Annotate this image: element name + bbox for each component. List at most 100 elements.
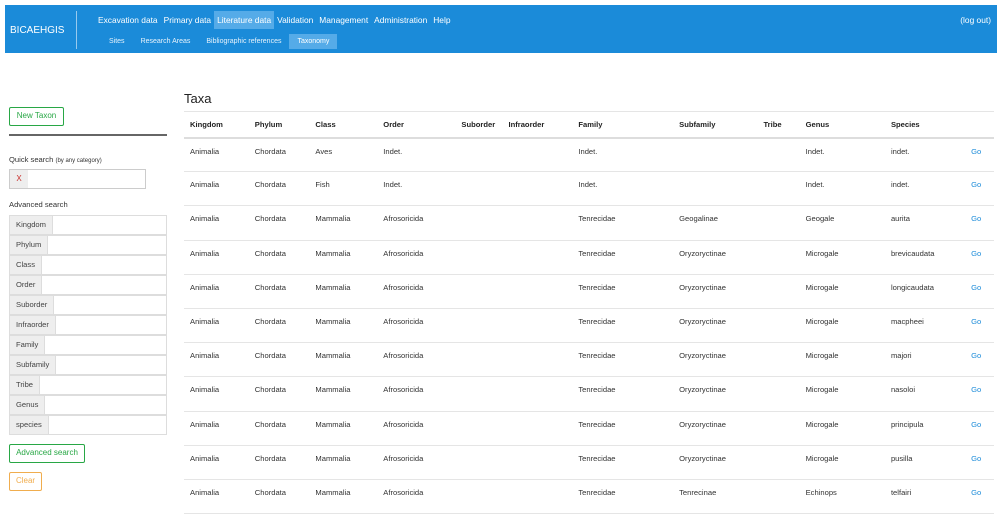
table-row: Animalia Chordata Mammalia Afrosoricida Tenr… (184, 342, 994, 378)
cell-family: Indet. (572, 137, 674, 173)
main-nav: Excavation data Primary data Literature da… (95, 11, 453, 29)
filter-subfamily: Subfamily (9, 355, 167, 375)
table-row: Animalia Chordata Mammalia Afrosoricida Tenr… (184, 411, 994, 446)
filter-genus: Genus (9, 395, 167, 415)
go-link[interactable]: Go (965, 342, 994, 378)
filter-class: Class (9, 255, 167, 275)
table-row: Animalia Chordata Mammalia Afrosoricida Tenr… (184, 376, 994, 412)
cell-phylum: Chordata (248, 411, 310, 446)
filter-family-input[interactable] (72, 336, 166, 354)
cell-subfamily: Oryzoryctinae (673, 308, 758, 344)
filter-subfamily-input[interactable] (72, 356, 166, 374)
cell-kingdom: Animalia (184, 308, 249, 344)
go-link[interactable]: Go (965, 240, 994, 275)
filter-order: Order (9, 275, 167, 295)
cell-infraorder (502, 342, 573, 378)
clear-quick-search-button[interactable]: X (10, 170, 28, 188)
cell-suborder (455, 240, 503, 275)
cell-species: telfairi (884, 479, 966, 514)
nav-excavation-data[interactable]: Excavation data (95, 11, 161, 29)
filter-order-input[interactable] (72, 276, 166, 294)
cell-infraorder (502, 137, 573, 173)
new-taxon-button[interactable]: New Taxon (9, 107, 64, 126)
cell-class: Mammalia (309, 411, 378, 446)
cell-kingdom: Animalia (184, 342, 249, 378)
go-link[interactable]: Go (965, 205, 994, 241)
cell-suborder (455, 342, 503, 378)
cell-genus: Microgale (799, 411, 885, 446)
cell-tribe (757, 240, 800, 275)
advanced-search-fields: Kingdom Phylum Class Order Suborder Infraorde… (9, 215, 167, 435)
filter-species-input[interactable] (72, 416, 166, 434)
col-header-infraorder: Infraorder (502, 111, 573, 139)
cell-species: longicaudata (884, 274, 966, 309)
subnav-taxonomy[interactable]: Taxonomy (289, 34, 338, 49)
cell-class: Mammalia (309, 205, 378, 241)
cell-genus: Microgale (799, 445, 885, 480)
subnav-sites[interactable]: Sites (101, 34, 133, 49)
cell-family: Tenrecidae (572, 205, 674, 241)
subnav-research-areas[interactable]: Research Areas (133, 34, 199, 49)
cell-infraorder (502, 411, 573, 446)
sub-nav: Sites Research Areas Bibliographic referen… (101, 34, 338, 49)
filter-tribe-input[interactable] (72, 376, 166, 394)
go-link[interactable]: Go (965, 274, 994, 309)
logout-link[interactable]: (log out) (960, 15, 991, 25)
cell-species: majori (884, 342, 966, 378)
nav-primary-data[interactable]: Primary data (161, 11, 214, 29)
cell-phylum: Chordata (248, 205, 310, 241)
go-link[interactable]: Go (965, 445, 994, 480)
go-link[interactable]: Go (965, 308, 994, 344)
cell-phylum: Chordata (248, 171, 310, 207)
cell-tribe (757, 274, 800, 309)
quick-search-input[interactable] (29, 170, 145, 188)
go-link[interactable]: Go (965, 411, 994, 446)
filter-suborder-input[interactable] (72, 296, 166, 314)
cell-suborder (455, 479, 503, 514)
cell-infraorder (502, 445, 573, 480)
nav-literature-data[interactable]: Literature data (214, 11, 275, 29)
cell-order: Afrosoricida (377, 411, 456, 446)
filter-infraorder-input[interactable] (72, 316, 166, 334)
filter-infraorder: Infraorder (9, 315, 167, 335)
filter-species: species (9, 415, 167, 435)
cell-phylum: Chordata (248, 274, 310, 309)
filter-kingdom-input[interactable] (72, 216, 166, 234)
cell-order: Afrosoricida (377, 308, 456, 344)
cell-genus: Microgale (799, 376, 885, 412)
table-body: Animalia Chordata Aves Indet. Indet. Indet. in… (184, 137, 994, 514)
col-header-family: Family (572, 111, 674, 139)
nav-management[interactable]: Management (316, 11, 371, 29)
cell-subfamily: Oryzoryctinae (673, 376, 758, 412)
go-link[interactable]: Go (965, 479, 994, 514)
cell-family: Tenrecidae (572, 342, 674, 378)
cell-class: Mammalia (309, 479, 378, 514)
col-header-order: Order (377, 111, 456, 139)
filter-species-label: species (10, 416, 49, 434)
go-link[interactable]: Go (965, 376, 994, 412)
filter-class-input[interactable] (72, 256, 166, 274)
cell-genus: Microgale (799, 342, 885, 378)
go-link[interactable]: Go (965, 171, 994, 207)
cell-tribe (757, 205, 800, 241)
filter-genus-input[interactable] (72, 396, 166, 414)
clear-button[interactable]: Clear (9, 472, 42, 491)
brand-logo[interactable]: BICAEHGIS (10, 25, 64, 36)
advanced-search-button[interactable]: Advanced search (9, 444, 85, 463)
nav-help[interactable]: Help (430, 11, 453, 29)
filter-order-label: Order (10, 276, 43, 294)
nav-administration[interactable]: Administration (371, 11, 430, 29)
filter-suborder: Suborder (9, 295, 167, 315)
cell-tribe (757, 376, 800, 412)
col-header-species: Species (884, 111, 966, 139)
nav-validation[interactable]: Validation (274, 11, 316, 29)
go-link[interactable]: Go (965, 137, 994, 173)
cell-suborder (455, 308, 503, 344)
subnav-bibliographic-references[interactable]: Bibliographic references (198, 34, 289, 49)
cell-kingdom: Animalia (184, 205, 249, 241)
cell-subfamily (673, 171, 758, 207)
filter-phylum-input[interactable] (72, 236, 166, 254)
filter-family-label: Family (10, 336, 46, 354)
filter-tribe: Tribe (9, 375, 167, 395)
cell-kingdom: Animalia (184, 411, 249, 446)
